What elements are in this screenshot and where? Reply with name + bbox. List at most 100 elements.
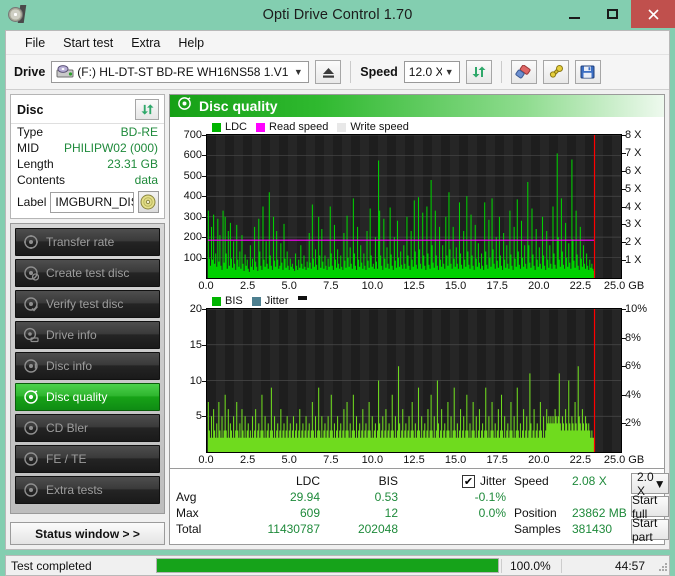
sidebar-item-create-test-disc[interactable]: Create test disc: [15, 259, 160, 287]
sidebar-item-cd-bler[interactable]: CD Bler: [15, 414, 160, 442]
menu-file[interactable]: File: [16, 33, 54, 53]
position-row: Position 23862 MB: [514, 505, 631, 521]
sidebar-item-extra-tests[interactable]: Extra tests: [15, 476, 160, 504]
y2-tick-label: 7 X: [625, 147, 642, 159]
x-tick-label: 17.5: [486, 454, 507, 466]
disc-info-icon: [23, 358, 39, 374]
disc-row-value: BD-RE: [121, 124, 158, 140]
disc-row-key: Length: [17, 156, 54, 172]
x-tick-label: 20.0: [528, 280, 549, 292]
disc-label-input[interactable]: IMGBURN_DIS: [50, 192, 133, 213]
toolbar-separator-2: [501, 61, 502, 83]
stats-cell-bis: 0.53: [320, 490, 398, 504]
position-value: 23862 MB: [572, 506, 631, 520]
sidebar-item-fe-te[interactable]: FE / TE: [15, 445, 160, 473]
disc-row-key: Contents: [17, 172, 65, 188]
drive-select[interactable]: (F:) HL-DT-ST BD-RE WH16NS58 1.V1 ▼: [51, 61, 309, 83]
y-tick-label: 300: [184, 211, 202, 223]
menu-extra[interactable]: Extra: [122, 33, 169, 53]
samples-value: 381430: [572, 522, 631, 536]
y-tick-label: 200: [184, 231, 202, 243]
x-tick-label: 25.0 GB: [604, 280, 644, 292]
disc-label-row: Label IMGBURN_DIS: [11, 188, 164, 218]
sidebar-item-label: FE / TE: [46, 452, 86, 466]
measurement-column: Speed 2.08 X Position 23862 MB Samples 3…: [506, 473, 631, 540]
resize-grip[interactable]: [653, 557, 669, 574]
refresh-button[interactable]: [466, 60, 492, 84]
y2-tick-label: 5 X: [625, 183, 642, 195]
disc-bler-icon: [23, 420, 39, 436]
x-tick-label: 5.0: [282, 454, 297, 466]
y2-tick-label: 3 X: [625, 218, 642, 230]
chevron-down-icon[interactable]: ▼: [654, 477, 666, 491]
y2-tick-label: 1 X: [625, 254, 642, 266]
drive-label: Drive: [14, 65, 45, 79]
jitter-avg-row: -0.1%: [416, 489, 506, 505]
toolbar-separator-1: [350, 61, 351, 83]
legend-label-write-speed: Write speed: [350, 121, 409, 133]
disc-panel: Disc Type BD-RE MID: [10, 94, 165, 219]
bis-plot[interactable]: [206, 308, 622, 453]
disc-row-value: PHILIPW02 (000): [64, 140, 158, 156]
bis-plot-wrap: 5101520 2%4%6%8%10%: [172, 308, 662, 453]
y2-tick-label: 2%: [625, 417, 641, 429]
test-speed-select[interactable]: 2.0 X ▼: [631, 473, 669, 494]
stats-row-avg: Avg 29.94 0.53: [176, 489, 416, 505]
legend-swatch-read-speed: [256, 123, 265, 132]
y2-tick-label: 8 X: [625, 129, 642, 141]
sidebar-item-disc-info[interactable]: Disc info: [15, 352, 160, 380]
drive-icon: [56, 65, 74, 79]
sidebar-item-label: Create test disc: [46, 266, 129, 280]
jitter-column: ✔ Jitter -0.1% 0.0%: [416, 473, 506, 540]
sidebar-item-drive-info[interactable]: Drive info: [15, 321, 160, 349]
eject-button[interactable]: [315, 60, 341, 84]
stats-row-label: Max: [176, 506, 228, 520]
disc-label-key: Label: [17, 195, 46, 209]
stats-panel: LDC BIS Avg 29.94 0.53 Max 609 12: [169, 469, 665, 545]
start-full-button[interactable]: Start full: [631, 496, 669, 517]
speed-select[interactable]: 12.0 X ▼: [404, 61, 460, 83]
x-tick-label: 2.5: [240, 454, 255, 466]
sidebar-item-transfer-rate[interactable]: Transfer rate: [15, 228, 160, 256]
x-tick-label: 5.0: [282, 280, 297, 292]
save-button[interactable]: [575, 60, 601, 84]
disc-quality-icon: [23, 389, 39, 405]
disc-icon-button[interactable]: [138, 191, 159, 213]
y-tick-label: 600: [184, 149, 202, 161]
position-key: Position: [514, 506, 572, 520]
x-tick-label: 15.0: [445, 280, 466, 292]
eraser-button[interactable]: [511, 60, 537, 84]
start-part-button[interactable]: Start part: [631, 519, 669, 540]
y-tick-label: 15: [190, 339, 202, 351]
disc-refresh-button[interactable]: [135, 99, 159, 120]
chevron-down-icon[interactable]: ▼: [442, 67, 457, 77]
sidebar-item-disc-quality[interactable]: Disc quality: [15, 383, 160, 411]
y-tick-label: 400: [184, 190, 202, 202]
x-tick-label: 2.5: [240, 280, 255, 292]
legend-swatch-bis: [212, 297, 221, 306]
speed-key: Speed: [514, 474, 572, 488]
y-tick-label: 10: [190, 375, 202, 387]
status-window-button[interactable]: Status window > >: [10, 522, 165, 545]
jitter-header-row: ✔ Jitter: [416, 473, 506, 489]
speed-value: 2.08 X: [572, 474, 631, 488]
disc-row-key: MID: [17, 140, 39, 156]
menu-start-test[interactable]: Start test: [54, 33, 122, 53]
samples-row: Samples 381430: [514, 521, 631, 537]
status-text: Test completed: [6, 559, 154, 573]
y-tick-label: 100: [184, 252, 202, 264]
bis-y-axis-right: 2%4%6%8%10%: [622, 308, 662, 453]
menu-help[interactable]: Help: [169, 33, 213, 53]
disc-row-value: 23.31 GB: [107, 156, 158, 172]
chevron-down-icon[interactable]: ▼: [290, 67, 306, 77]
progress-percent: 100.0%: [501, 559, 561, 573]
tools-button[interactable]: [543, 60, 569, 84]
y-tick-label: 500: [184, 170, 202, 182]
measurement-spacer: [514, 489, 631, 505]
ldc-plot-wrap: 100200300400500600700 1 X2 X3 X4 X5 X6 X…: [172, 134, 662, 279]
ldc-plot[interactable]: [206, 134, 622, 279]
jitter-checkbox[interactable]: ✔: [462, 475, 475, 488]
y2-tick-label: 4%: [625, 389, 641, 401]
sidebar-item-verify-test-disc[interactable]: Verify test disc: [15, 290, 160, 318]
x-tick-label: 0.0: [198, 454, 213, 466]
